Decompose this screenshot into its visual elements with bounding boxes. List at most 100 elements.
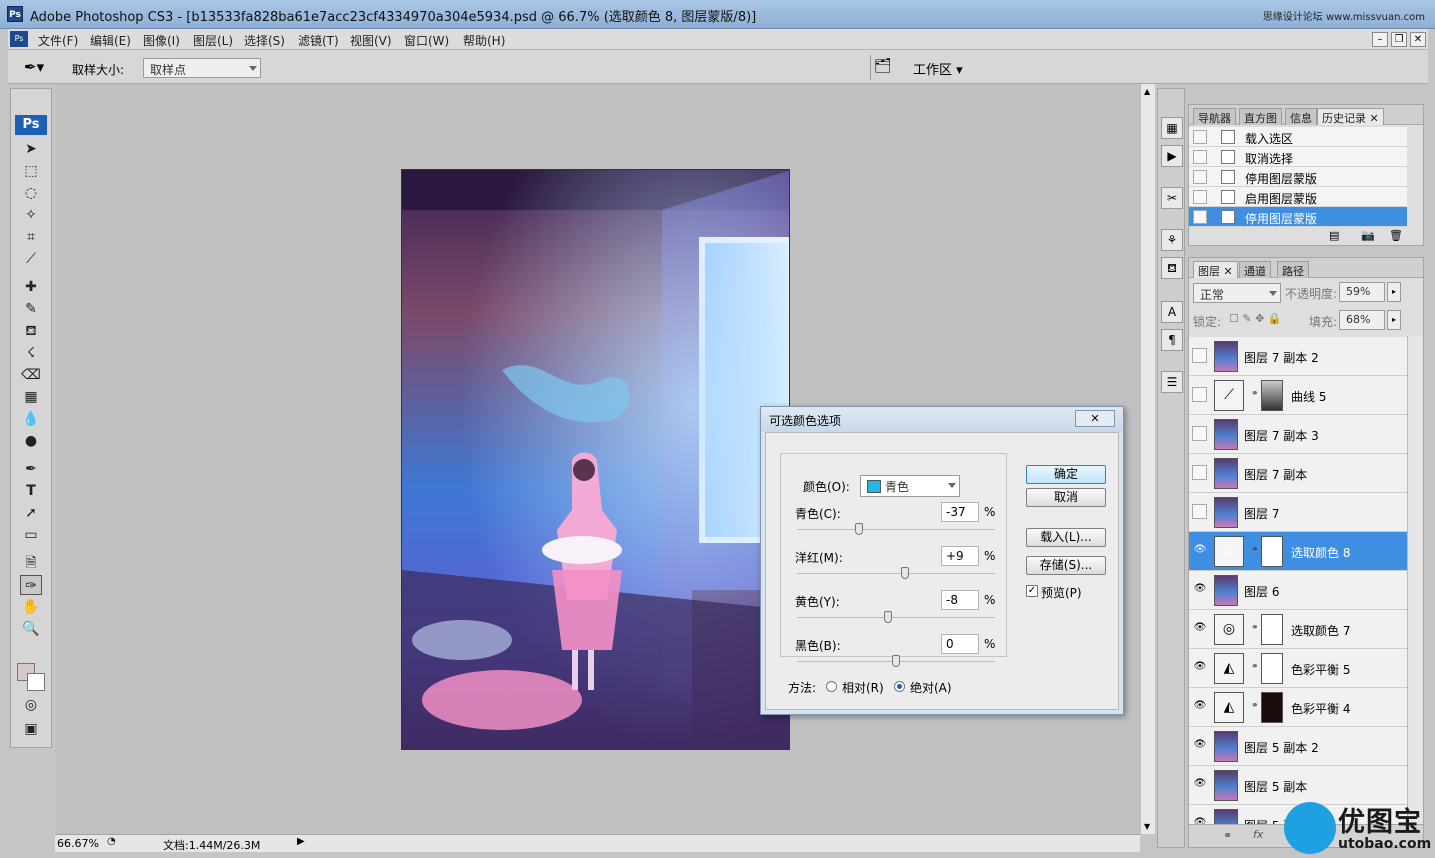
tab-paths[interactable]: 路径 — [1277, 261, 1309, 278]
file-browser-icon[interactable]: 🗂 — [874, 58, 892, 74]
layer-row[interactable]: 👁 图层 5 副本 2 — [1189, 727, 1407, 766]
visibility-toggle[interactable] — [1192, 426, 1207, 441]
status-info-icon[interactable]: ◔ — [107, 836, 116, 847]
slider-value-input[interactable]: -8 — [941, 590, 979, 610]
method-relative-radio[interactable] — [826, 681, 837, 692]
link-layers-icon[interactable]: ⚭ — [1223, 829, 1232, 842]
menu-layer[interactable]: 图层(L) — [193, 32, 233, 49]
eye-visibility-icon[interactable]: 👁 — [1193, 661, 1207, 675]
notes-tool-icon[interactable]: 🗎 — [20, 553, 42, 573]
layer-mask-thumbnail[interactable] — [1261, 380, 1283, 411]
layer-row[interactable]: ⟋ ⚭ 曲线 5 — [1189, 376, 1407, 415]
brush-tool-icon[interactable]: ✎ — [20, 299, 42, 319]
menu-file[interactable]: 文件(F) — [38, 32, 78, 49]
navigator-panel-icon[interactable]: ▦ — [1161, 117, 1183, 139]
slice-tool-icon[interactable]: ⟋ — [20, 249, 42, 269]
layer-mask-thumbnail[interactable] — [1261, 692, 1283, 723]
layer-row[interactable]: 👁 ◭ ⚭ 色彩平衡 4 — [1189, 688, 1407, 727]
tab-histogram[interactable]: 直方图 — [1239, 108, 1282, 125]
eye-visibility-icon[interactable]: 👁 — [1193, 583, 1207, 597]
layer-row[interactable]: 图层 7 副本 — [1189, 454, 1407, 493]
tab-layers[interactable]: 图层 ✕ — [1193, 261, 1238, 278]
history-snapshot-source[interactable] — [1193, 210, 1207, 224]
tab-history[interactable]: 历史记录 ✕ — [1317, 108, 1384, 125]
opacity-slider-icon[interactable]: ▸ — [1387, 282, 1401, 302]
fill-input[interactable]: 68% — [1339, 310, 1385, 330]
visibility-toggle[interactable] — [1192, 387, 1207, 402]
eye-visibility-icon[interactable]: 👁 — [1193, 622, 1207, 636]
document-icon[interactable]: Ps — [10, 31, 28, 47]
history-item[interactable]: 停用图层蒙版 — [1189, 207, 1407, 227]
slider-thumb[interactable] — [900, 567, 909, 579]
magic-wand-icon[interactable]: ✧ — [20, 205, 42, 225]
menu-help[interactable]: 帮助(H) — [463, 32, 505, 49]
hand-tool-icon[interactable]: ✋ — [20, 597, 42, 617]
tab-navigator[interactable]: 导航器 — [1193, 108, 1236, 125]
slider-track[interactable] — [797, 529, 995, 530]
eye-visibility-icon[interactable]: 👁 — [1193, 700, 1207, 714]
eraser-tool-icon[interactable]: ⌫ — [20, 365, 42, 385]
dialog-close-button[interactable]: ✕ — [1075, 410, 1115, 427]
visibility-toggle[interactable] — [1192, 348, 1207, 363]
vertical-scrollbar[interactable]: ▲ ▼ — [1140, 84, 1155, 834]
save-button[interactable]: 存储(S)... — [1026, 556, 1106, 575]
slider-thumb[interactable] — [855, 523, 864, 535]
shape-tool-icon[interactable]: ▭ — [20, 525, 42, 545]
quick-mask-icon[interactable]: ◎ — [20, 695, 42, 715]
menu-edit[interactable]: 编辑(E) — [90, 32, 131, 49]
screen-mode-icon[interactable]: ▣ — [20, 719, 42, 739]
layers-scrollbar[interactable] — [1407, 336, 1423, 826]
close-doc-icon[interactable]: ✕ — [1410, 32, 1426, 47]
layer-row[interactable]: 👁 ◎ ⚭ 选取颜色 7 — [1189, 610, 1407, 649]
layer-row[interactable]: 图层 7 — [1189, 493, 1407, 532]
preview-checkbox[interactable]: ✓ — [1026, 585, 1038, 597]
background-color-swatch[interactable] — [27, 673, 45, 691]
workspace-menu[interactable]: 工作区 ▾ — [913, 59, 963, 78]
slider-value-input[interactable]: +9 — [941, 546, 979, 566]
tool-presets-icon[interactable]: ✂ — [1161, 187, 1183, 209]
lasso-tool-icon[interactable]: ◌ — [20, 183, 42, 203]
menu-view[interactable]: 视图(V) — [350, 32, 392, 49]
eye-visibility-icon[interactable]: 👁 — [1193, 778, 1207, 792]
mask-link-icon[interactable]: ⚭ — [1251, 662, 1259, 672]
delete-state-icon[interactable]: 🗑 — [1389, 229, 1403, 242]
layer-row[interactable]: 👁 图层 6 — [1189, 571, 1407, 610]
history-snapshot-source[interactable] — [1193, 190, 1207, 204]
scroll-up-icon[interactable]: ▲ — [1144, 87, 1150, 96]
history-snapshot-source[interactable] — [1193, 170, 1207, 184]
slider-thumb[interactable] — [884, 611, 893, 623]
history-item[interactable]: 载入选区 — [1189, 127, 1407, 147]
tab-channels[interactable]: 通道 — [1239, 261, 1271, 278]
layer-row[interactable]: 图层 7 副本 2 — [1189, 337, 1407, 376]
brushes-panel-icon[interactable]: ⚘ — [1161, 229, 1183, 251]
cancel-button[interactable]: 取消 — [1026, 488, 1106, 507]
history-snapshot-source[interactable] — [1193, 150, 1207, 164]
blend-mode-select[interactable]: 正常 — [1193, 283, 1281, 303]
eye-visibility-icon[interactable]: 👁 — [1193, 544, 1207, 558]
mask-link-icon[interactable]: ⚭ — [1251, 623, 1259, 633]
history-item[interactable]: 取消选择 — [1189, 147, 1407, 167]
status-menu-arrow-icon[interactable]: ▶ — [297, 836, 305, 847]
type-tool-icon[interactable]: T — [20, 481, 42, 501]
mask-link-icon[interactable]: ⚭ — [1251, 545, 1259, 555]
new-snapshot-icon[interactable]: ▤ — [1329, 229, 1339, 242]
history-item[interactable]: 停用图层蒙版 — [1189, 167, 1407, 187]
visibility-toggle[interactable] — [1192, 504, 1207, 519]
move-tool-icon[interactable]: ➤ — [20, 139, 42, 159]
layer-row[interactable]: 图层 7 副本 3 — [1189, 415, 1407, 454]
slider-track[interactable] — [797, 617, 995, 618]
healing-tool-icon[interactable]: ✚ — [20, 277, 42, 297]
actions-panel-icon[interactable]: ▶ — [1161, 145, 1183, 167]
layer-mask-thumbnail[interactable] — [1261, 653, 1283, 684]
history-item[interactable]: 启用图层蒙版 — [1189, 187, 1407, 207]
character-panel-icon[interactable]: A — [1161, 301, 1183, 323]
slider-value-input[interactable]: -37 — [941, 502, 979, 522]
mask-link-icon[interactable]: ⚭ — [1251, 701, 1259, 711]
method-absolute-radio[interactable] — [894, 681, 905, 692]
paragraph-panel-icon[interactable]: ¶ — [1161, 329, 1183, 351]
restore-doc-icon[interactable]: ❐ — [1391, 32, 1407, 47]
eyedropper-preset-icon[interactable]: ✒▾ — [24, 58, 44, 76]
mask-link-icon[interactable]: ⚭ — [1251, 389, 1259, 399]
crop-tool-icon[interactable]: ⌗ — [20, 227, 42, 247]
menu-filter[interactable]: 滤镜(T) — [298, 32, 339, 49]
